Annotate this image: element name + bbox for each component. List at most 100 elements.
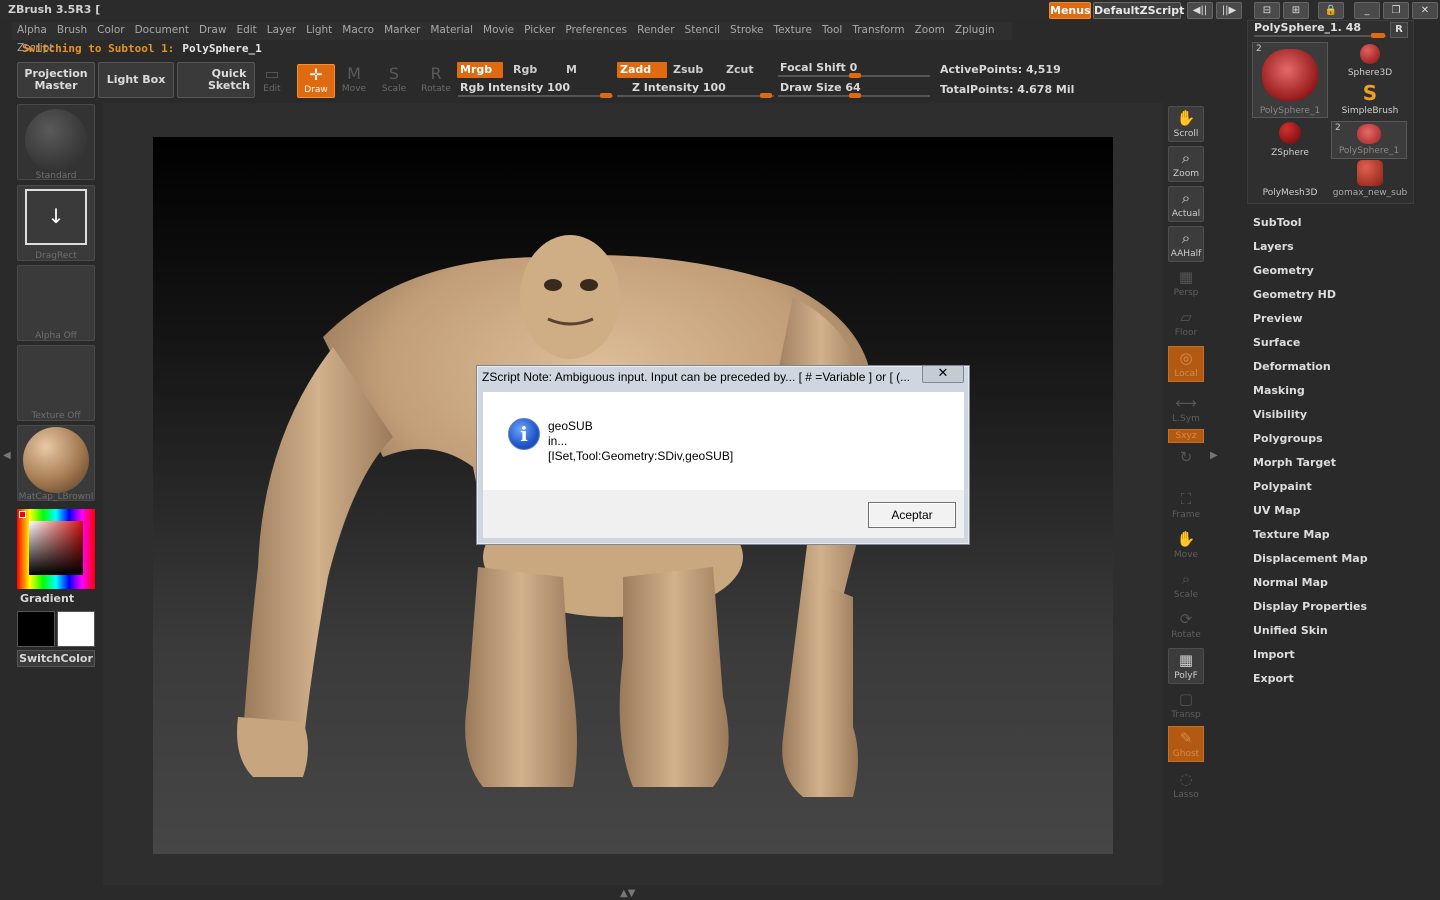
projection-master-button[interactable]: Projection Master [17, 62, 95, 98]
scroll-button[interactable]: ✋ Scroll [1168, 106, 1204, 142]
rewind-icon[interactable]: ◀|| [1187, 2, 1213, 19]
frame-button[interactable]: ⛶ Frame [1168, 488, 1204, 524]
layers-menu[interactable]: Layers [1253, 240, 1294, 253]
menu-tool[interactable]: Tool [817, 22, 847, 40]
transp-button[interactable]: ▢ Transp [1168, 688, 1204, 724]
main-color-swatch[interactable] [17, 611, 55, 647]
color-field[interactable] [29, 521, 83, 575]
edit-button[interactable]: ▭ Edit [253, 64, 291, 98]
layout-icon[interactable]: ⊟ [1254, 2, 1280, 19]
rotate-button[interactable]: R Rotate [417, 64, 455, 98]
menu-zoom[interactable]: Zoom [910, 22, 950, 40]
alpha-selector[interactable] [17, 265, 95, 341]
surface-menu[interactable]: Surface [1253, 336, 1300, 349]
secondary-color-swatch[interactable] [57, 611, 95, 647]
menu-light[interactable]: Light [301, 22, 337, 40]
dialog-close-button[interactable]: ✕ [922, 365, 964, 383]
layout-alt-icon[interactable]: ⊞ [1283, 2, 1309, 19]
right-tray-arrow-icon[interactable]: ▶ [1210, 450, 1218, 461]
polyf-button[interactable]: ▦ PolyF [1168, 648, 1204, 684]
subtool-menu[interactable]: SubTool [1253, 216, 1302, 229]
unified-skin-menu[interactable]: Unified Skin [1253, 624, 1328, 637]
close-window-icon[interactable]: ✕ [1412, 2, 1438, 19]
local-button[interactable]: ◎ Local [1168, 346, 1204, 382]
polygroups-menu[interactable]: Polygroups [1253, 432, 1323, 445]
rotate-view-button[interactable]: ⟳ Rotate [1168, 608, 1204, 644]
texture-selector[interactable] [17, 345, 95, 421]
tool-thumb-gomax[interactable]: gomax_new_sub [1332, 160, 1408, 198]
zcut-button[interactable]: Zcut [723, 62, 757, 78]
rotation-axis-icons[interactable]: ↻ [1168, 446, 1204, 482]
color-marker[interactable] [19, 511, 26, 518]
focal-shift-knob[interactable] [849, 73, 861, 78]
menu-alpha[interactable]: Alpha [12, 22, 52, 40]
menu-edit[interactable]: Edit [231, 22, 261, 40]
menu-material[interactable]: Material [425, 22, 478, 40]
bottom-tray-arrow-icon[interactable]: ▲▼ [620, 888, 635, 899]
export-menu[interactable]: Export [1253, 672, 1294, 685]
floor-button[interactable]: ▱ Floor [1168, 306, 1204, 342]
left-tray-arrow-icon[interactable]: ◀ [3, 450, 11, 461]
color-picker[interactable] [17, 509, 95, 589]
m-button[interactable]: M [563, 62, 580, 78]
menu-macro[interactable]: Macro [337, 22, 379, 40]
menu-draw[interactable]: Draw [194, 22, 231, 40]
visibility-menu[interactable]: Visibility [1253, 408, 1307, 421]
menu-transform[interactable]: Transform [847, 22, 909, 40]
xyz-button[interactable]: Sxyz [1168, 429, 1204, 443]
draw-size-knob[interactable] [849, 93, 861, 98]
lsym-button[interactable]: ⟷ L.Sym [1168, 392, 1204, 428]
menu-picker[interactable]: Picker [519, 22, 560, 40]
tool-thumb-polymesh3d[interactable]: PolyMesh3D [1252, 162, 1328, 198]
switch-color-button[interactable]: SwitchColor [17, 650, 95, 667]
menu-texture[interactable]: Texture [769, 22, 817, 40]
menu-marker[interactable]: Marker [379, 22, 425, 40]
aceptar-button[interactable]: Aceptar [868, 502, 956, 528]
forward-icon[interactable]: ||▶ [1216, 2, 1242, 19]
draw-button[interactable]: ✛ Draw [297, 64, 335, 98]
aahalf-button[interactable]: ⌕ AAHalf [1168, 226, 1204, 262]
tool-thumb-zsphere[interactable]: ZSphere [1252, 122, 1328, 158]
restore-icon[interactable]: ❐ [1383, 2, 1409, 19]
rgb-intensity-slider[interactable] [458, 95, 613, 97]
menu-stroke[interactable]: Stroke [725, 22, 768, 40]
stroke-selector[interactable]: ↓ [17, 185, 95, 261]
menu-render[interactable]: Render [632, 22, 679, 40]
menu-stencil[interactable]: Stencil [680, 22, 726, 40]
lasso-button[interactable]: ◌ Lasso [1168, 768, 1204, 804]
ghost-button[interactable]: ✎ Ghost [1168, 726, 1204, 762]
move-view-button[interactable]: ✋ Move [1168, 528, 1204, 564]
light-box-button[interactable]: Light Box [98, 62, 174, 98]
normal-map-menu[interactable]: Normal Map [1253, 576, 1328, 589]
menu-document[interactable]: Document [130, 22, 194, 40]
menu-movie[interactable]: Movie [478, 22, 519, 40]
geometry-menu[interactable]: Geometry [1253, 264, 1314, 277]
morph-target-menu[interactable]: Morph Target [1253, 456, 1336, 469]
preview-menu[interactable]: Preview [1253, 312, 1303, 325]
displacement-map-menu[interactable]: Displacement Map [1253, 552, 1368, 565]
zsub-button[interactable]: Zsub [670, 62, 706, 78]
move-button[interactable]: M Move [335, 64, 373, 98]
menu-layer[interactable]: Layer [262, 22, 301, 40]
masking-menu[interactable]: Masking [1253, 384, 1305, 397]
import-menu[interactable]: Import [1253, 648, 1295, 661]
scale-button[interactable]: S Scale [375, 64, 413, 98]
z-intensity-knob[interactable] [760, 93, 772, 98]
minimize-icon[interactable]: _ [1354, 2, 1380, 19]
rgb-button[interactable]: Rgb [510, 62, 540, 78]
quick-sketch-button[interactable]: Quick Sketch [177, 62, 255, 98]
z-intensity-slider[interactable] [617, 95, 774, 97]
tool-thumb-sphere3d[interactable]: Sphere3D [1332, 44, 1408, 80]
tool-thumb-polysphere[interactable]: 2 PolySphere_1 [1252, 42, 1328, 118]
default-zscript-button[interactable]: DefaultZScript [1093, 2, 1184, 19]
scale-view-button[interactable]: ⌕ Scale [1168, 568, 1204, 604]
lock-icon[interactable]: 🔒 [1318, 2, 1344, 19]
menu-zplugin[interactable]: Zplugin [950, 22, 1000, 40]
tool-slider-knob[interactable] [1371, 33, 1385, 38]
polypaint-menu[interactable]: Polypaint [1253, 480, 1312, 493]
brush-selector[interactable] [17, 104, 95, 180]
deformation-menu[interactable]: Deformation [1253, 360, 1331, 373]
r-button[interactable]: R [1390, 22, 1408, 38]
zadd-button[interactable]: Zadd [617, 62, 667, 78]
menu-color[interactable]: Color [92, 22, 129, 40]
